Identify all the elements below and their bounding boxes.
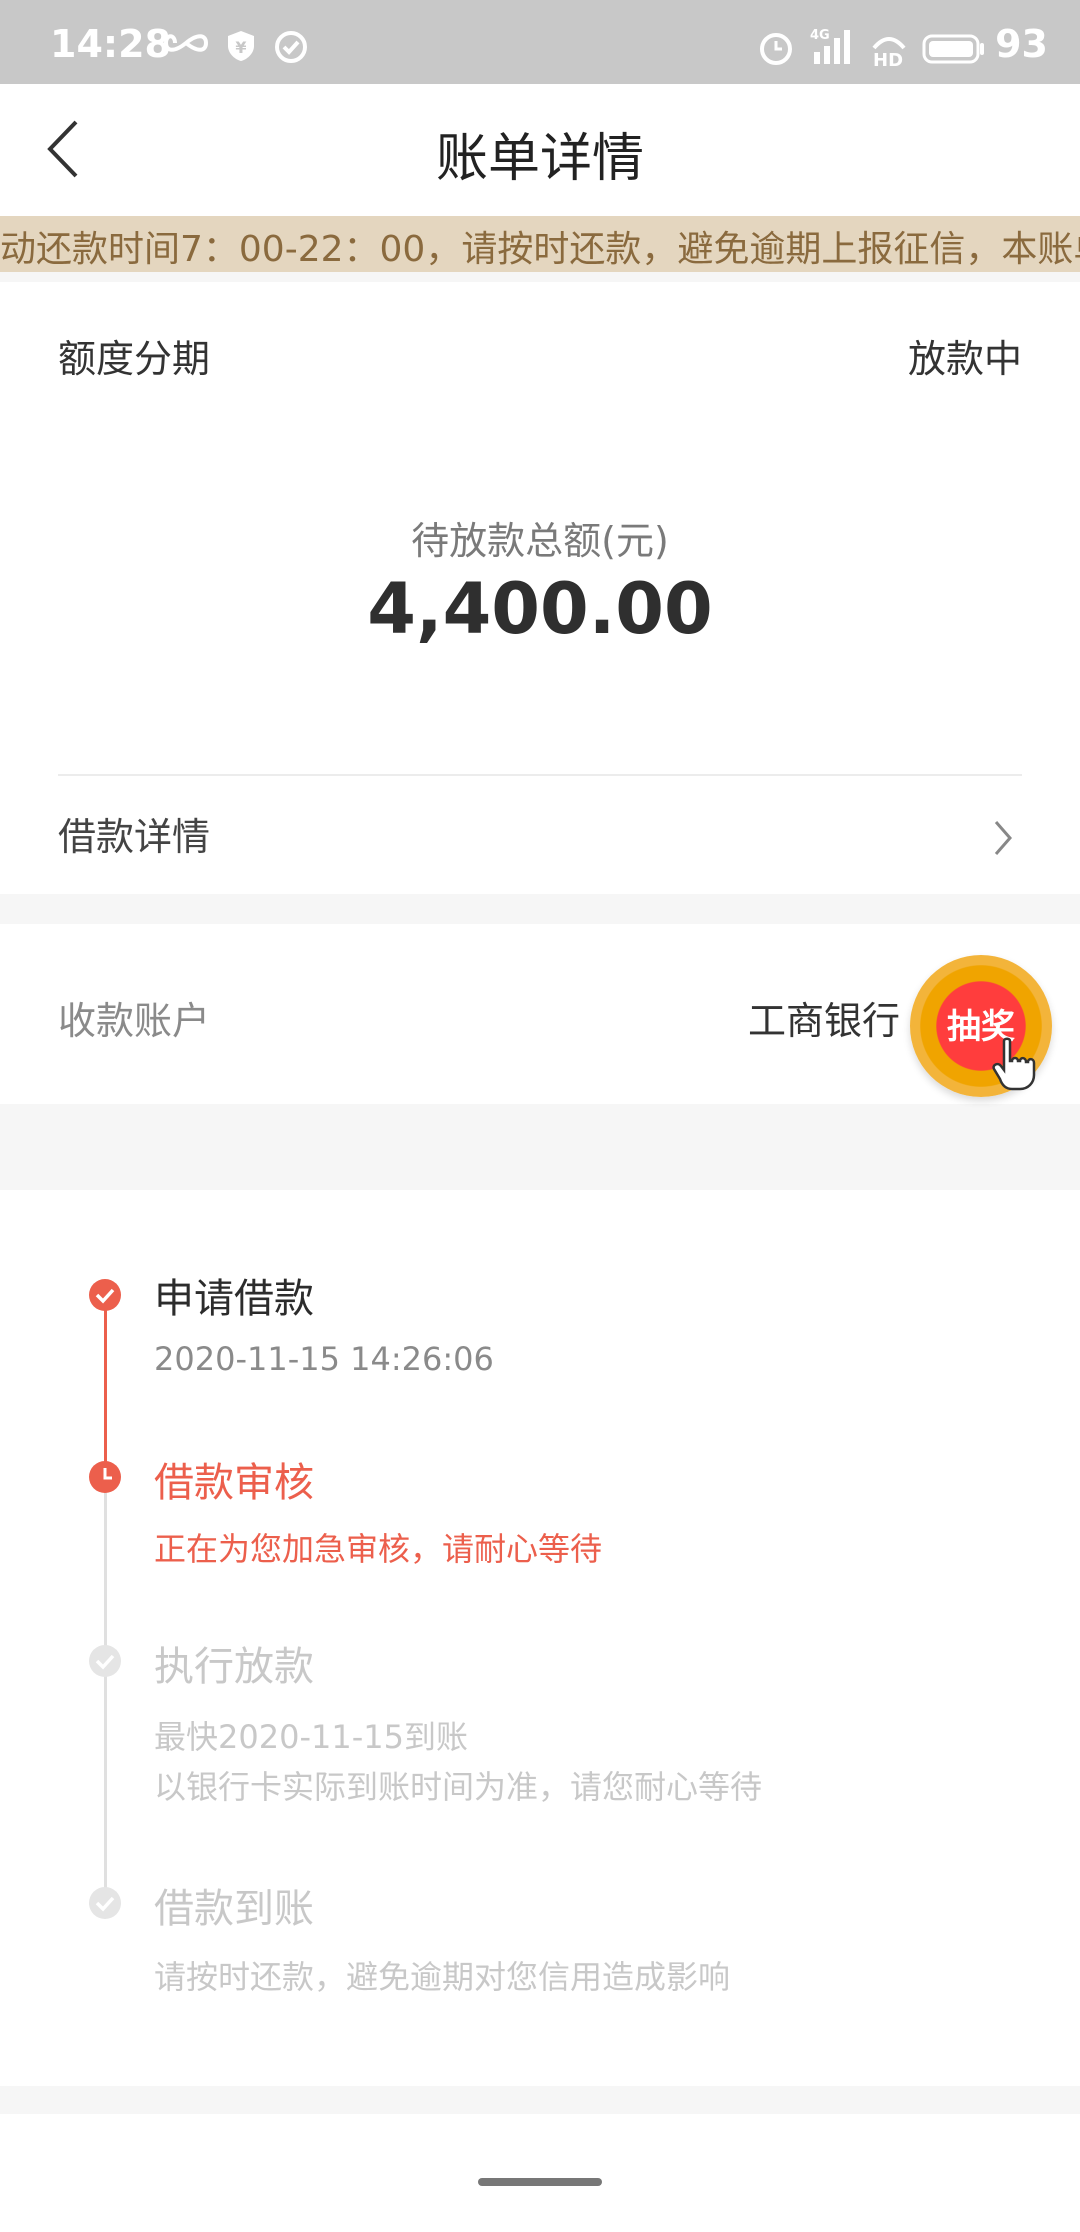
timeline-line-done [104,1296,107,1476]
chevron-right-icon [994,821,1012,855]
svg-text:HD: HD [873,50,903,68]
step-disburse-title: 执行放款 [154,1644,314,1690]
lottery-button[interactable]: 抽奖 [910,955,1052,1097]
step-disburse-note: 以银行卡实际到账时间为准，请您耐心等待 [154,1768,763,1806]
alarm-icon [760,33,792,65]
svg-text:4G: 4G [810,28,830,43]
battery-icon [922,34,984,64]
hd-icon: HD [872,37,906,68]
svg-text:¥: ¥ [235,38,246,57]
check-icon [89,1279,121,1311]
shield-yen-icon: ¥ [228,31,254,61]
loan-detail-row[interactable]: 借款详情 [0,778,1080,894]
battery-level: 93 [995,22,1048,66]
notice-banner: 动还款时间7：00-22：00，请按时还款，避免逾期上报征信，本账单 [0,216,1080,272]
step-arrival-subtitle: 请按时还款，避免逾期对您信用造成影响 [154,1958,731,1996]
step-review-title: 借款审核 [154,1460,314,1506]
page-title: 账单详情 [435,129,644,189]
status-time: 14:28 [50,22,171,66]
step-review-subtitle: 正在为您加急审核，请耐心等待 [154,1530,603,1568]
step-apply-time: 2020-11-15 14:26:06 [154,1340,494,1378]
loan-detail-label: 借款详情 [58,815,211,859]
infinity-icon [164,34,208,52]
account-label: 收款账户 [58,999,211,1043]
loan-status: 放款中 [907,337,1022,381]
pointing-hand-icon [992,1037,1036,1091]
bank-name: 工商银行 [748,999,901,1043]
amount-title: 待放款总额(元) [411,519,669,563]
status-bar: 14:28 ¥ 4G HD 93 [0,0,1080,84]
step-arrival-title: 借款到账 [154,1886,314,1932]
notice-text: 动还款时间7：00-22：00，请按时还款，避免逾期上报征信，本账单 [0,229,1080,270]
bottom-bar [0,2114,1080,2232]
clock-icon [89,1461,121,1493]
loan-type-label: 额度分期 [58,337,211,381]
home-indicator[interactable] [478,2178,602,2186]
amount-value: 4,400.00 [367,568,713,650]
check-circle-icon [275,31,307,63]
timeline-line-pending [104,1476,107,1906]
step-apply-title: 申请借款 [154,1276,314,1322]
check-icon [89,1887,121,1919]
check-icon [89,1645,121,1677]
step-disburse-subtitle: 最快2020-11-15到账 [154,1718,468,1756]
divider [58,774,1022,776]
nav-bar: 账单详情 [0,84,1080,216]
signal-4g-icon: 4G [810,28,850,64]
